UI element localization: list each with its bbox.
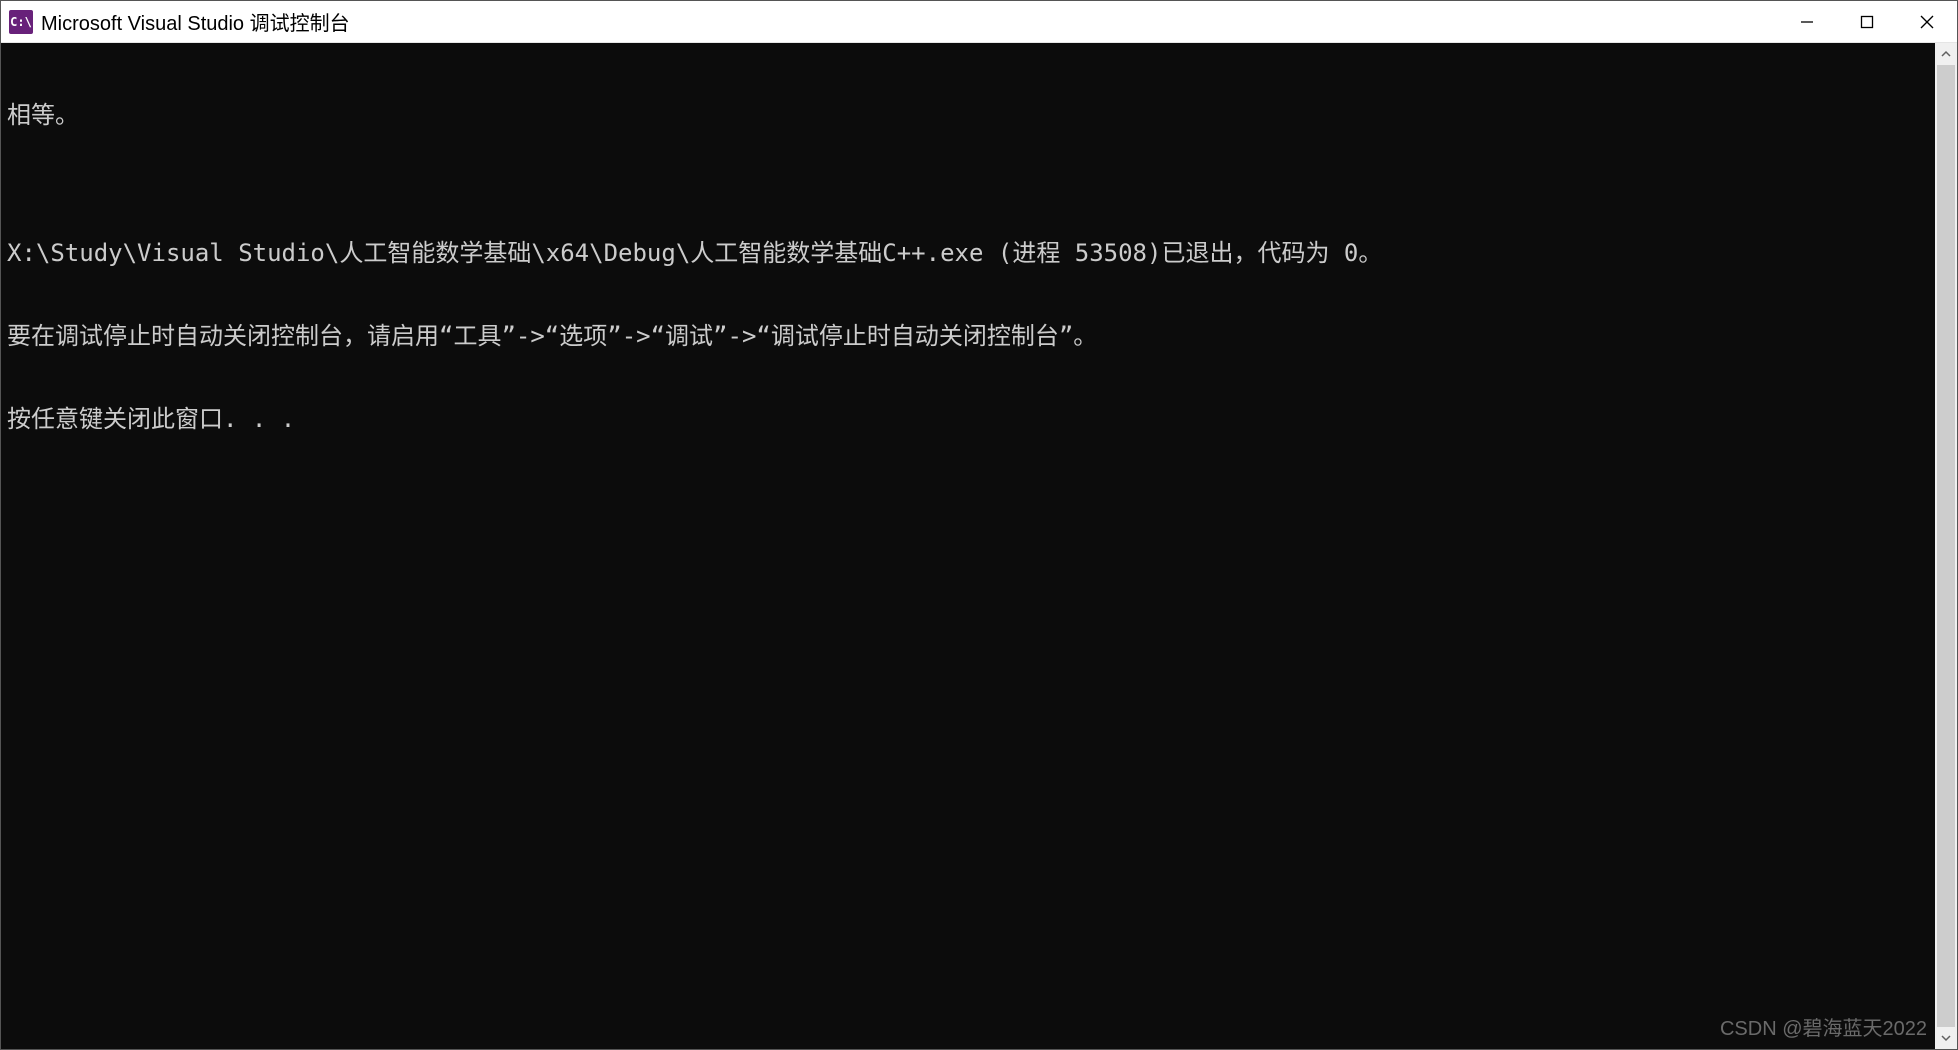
titlebar[interactable]: C:\ Microsoft Visual Studio 调试控制台 <box>1 1 1957 43</box>
scrollbar-track[interactable] <box>1935 65 1957 1027</box>
maximize-icon <box>1860 15 1874 29</box>
maximize-button[interactable] <box>1837 1 1897 42</box>
console-output[interactable]: 相等。 X:\Study\Visual Studio\人工智能数学基础\x64\… <box>1 43 1935 1049</box>
close-icon <box>1920 15 1934 29</box>
scroll-down-button[interactable] <box>1935 1027 1957 1049</box>
chevron-down-icon <box>1941 1033 1951 1043</box>
console-line: 要在调试停止时自动关闭控制台，请启用“工具”->“选项”->“调试”->“调试停… <box>7 323 1929 351</box>
minimize-icon <box>1800 15 1814 29</box>
console-area: 相等。 X:\Study\Visual Studio\人工智能数学基础\x64\… <box>1 43 1957 1049</box>
minimize-button[interactable] <box>1777 1 1837 42</box>
scrollbar-thumb[interactable] <box>1937 65 1955 1027</box>
app-window: C:\ Microsoft Visual Studio 调试控制台 相等。 X:… <box>0 0 1958 1050</box>
app-icon-text: C:\ <box>10 15 32 29</box>
chevron-up-icon <box>1941 49 1951 59</box>
console-line: X:\Study\Visual Studio\人工智能数学基础\x64\Debu… <box>7 240 1929 268</box>
scroll-up-button[interactable] <box>1935 43 1957 65</box>
app-icon: C:\ <box>9 10 33 34</box>
close-button[interactable] <box>1897 1 1957 42</box>
vertical-scrollbar[interactable] <box>1935 43 1957 1049</box>
console-line: 相等。 <box>7 102 1929 130</box>
window-title: Microsoft Visual Studio 调试控制台 <box>41 7 1777 36</box>
window-controls <box>1777 1 1957 42</box>
console-line: 按任意键关闭此窗口. . . <box>7 406 1929 434</box>
